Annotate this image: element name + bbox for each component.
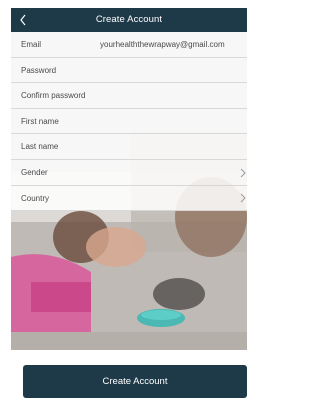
email-value[interactable]: yourhealththewrapway@gmail.com bbox=[100, 32, 247, 58]
first-name-label: First name bbox=[21, 116, 59, 126]
gender-select[interactable]: Gender bbox=[11, 159, 247, 186]
chevron-right-icon bbox=[239, 186, 247, 212]
email-field[interactable]: Email yourhealththewrapway@gmail.com bbox=[11, 32, 247, 58]
country-label: Country bbox=[21, 193, 50, 203]
first-name-field[interactable]: First name bbox=[11, 108, 247, 135]
last-name-label: Last name bbox=[21, 142, 59, 152]
create-account-button[interactable]: Create Account bbox=[23, 365, 247, 398]
country-select[interactable]: Country bbox=[11, 185, 247, 212]
gender-label: Gender bbox=[21, 167, 48, 177]
confirm-password-label: Confirm password bbox=[21, 91, 86, 101]
chevron-right-icon bbox=[239, 160, 247, 186]
password-field[interactable]: Password bbox=[11, 57, 247, 84]
last-name-field[interactable]: Last name bbox=[11, 134, 247, 160]
confirm-password-field[interactable]: Confirm password bbox=[11, 83, 247, 109]
create-account-form: Email yourhealththewrapway@gmail.com Pas… bbox=[11, 32, 247, 212]
password-label: Password bbox=[21, 65, 57, 75]
header-bar: Create Account bbox=[11, 8, 247, 32]
page-title: Create Account bbox=[95, 14, 163, 25]
email-label: Email bbox=[21, 40, 42, 49]
